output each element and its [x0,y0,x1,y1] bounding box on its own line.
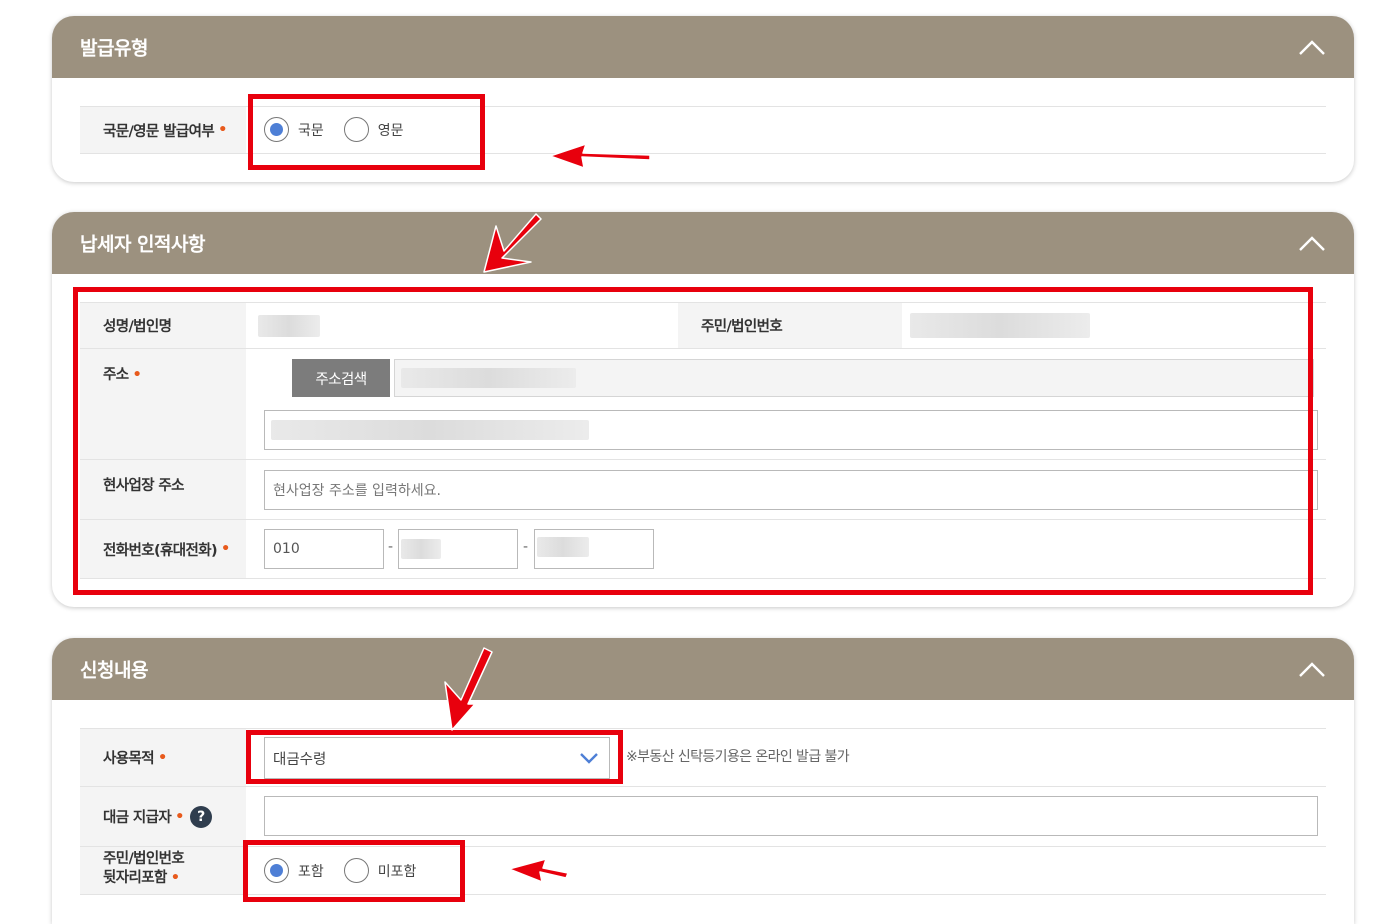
include-id-label: 주민/법인번호 뒷자리포함 • [80,847,246,894]
question-circle-icon[interactable]: ? [189,805,212,828]
application-title: 신청내용 [80,659,148,682]
include-id-label-line2: 뒷자리포함 [103,870,167,886]
required-dot: • [157,749,167,766]
taxpayer-header[interactable]: 납세자 인적사항 [52,212,1354,274]
annotation-box-purpose [246,730,623,784]
include-id-label-line1: 주민/법인번호 [103,851,185,867]
include-id-label-line2-wrap: 뒷자리포함 • [103,869,246,888]
payer-row: 대금 지급자 • ? [80,787,1326,847]
top-strip [1195,0,1355,4]
required-dot: • [218,122,227,138]
purpose-label: 사용목적 • [80,729,246,786]
issue-lang-label-text: 국문/영문 발급여부 [103,123,215,140]
required-dot: • [170,870,180,886]
issue-lang-label: 국문/영문 발급여부 • [80,107,246,153]
chevron-up-icon[interactable] [1298,234,1326,252]
annotation-box-issue-lang [248,94,485,170]
annotation-box-taxpayer [73,287,1313,595]
application-header[interactable]: 신청내용 [52,638,1354,700]
issue-type-header[interactable]: 발급유형 [52,16,1354,78]
taxpayer-title: 납세자 인적사항 [80,233,205,256]
purpose-label-text: 사용목적 [103,751,155,767]
payer-input[interactable] [264,796,1318,836]
annotation-box-include-id [243,840,465,902]
chevron-up-icon[interactable] [1298,38,1326,56]
purpose-note: ※부동산 신탁등기용은 온라인 발급 불가 [626,749,850,765]
payer-label: 대금 지급자 • ? [80,787,246,846]
chevron-up-icon[interactable] [1298,660,1326,678]
issue-type-title: 발급유형 [80,37,148,60]
payer-label-text: 대금 지급자 [103,810,172,826]
required-dot: • [175,808,184,825]
